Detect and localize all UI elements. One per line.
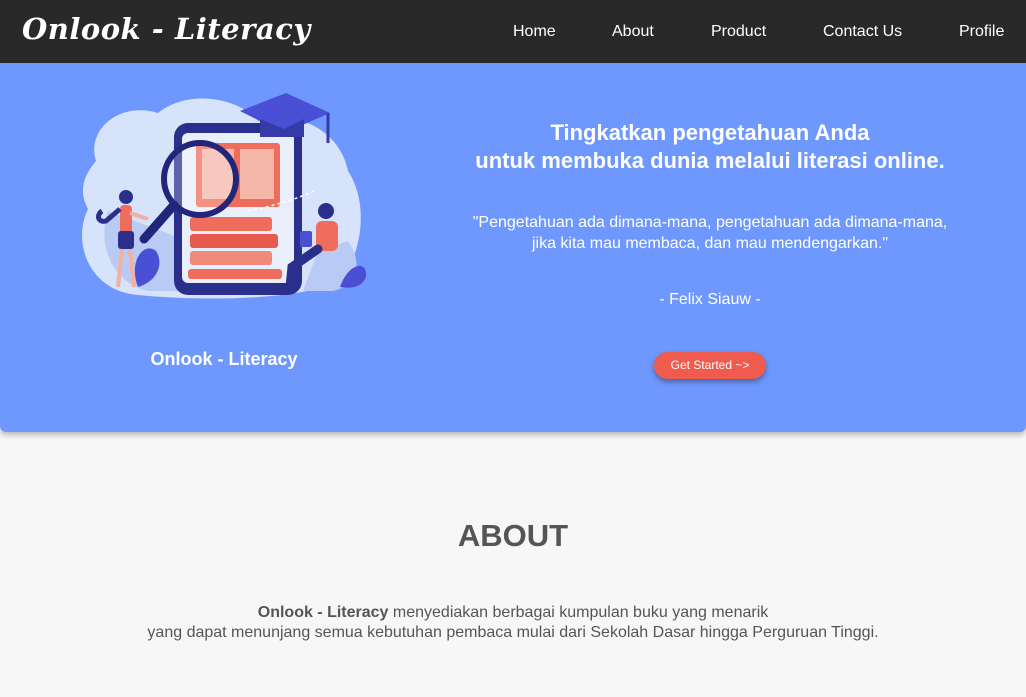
quote-author: - Felix Siauw -	[659, 291, 761, 308]
navbar: Onlook - Literacy Home About Product Con…	[0, 0, 1026, 63]
nav-product[interactable]: Product	[711, 23, 766, 41]
about-line-2: yang dapat menunjang semua kebutuhan pem…	[147, 624, 879, 641]
brand-logo[interactable]: Onlook - Literacy	[22, 12, 311, 46]
headline-line-2: untuk membuka dunia melalui literasi onl…	[475, 148, 945, 173]
about-line-1: Onlook - Literacy menyediakan berbagai k…	[0, 603, 1026, 623]
nav-about[interactable]: About	[612, 23, 654, 41]
nav-home[interactable]: Home	[513, 23, 556, 41]
nav-contact-us[interactable]: Contact Us	[823, 23, 902, 41]
about-title: ABOUT	[457, 518, 569, 553]
about-description: Onlook - Literacy menyediakan berbagai k…	[0, 603, 1026, 643]
nav-profile[interactable]: Profile	[959, 23, 1004, 41]
reading-illustration	[82, 93, 367, 299]
hero-quote: "Pengetahuan ada dimana-mana, pengetahua…	[410, 212, 1010, 254]
quote-line-2: jika kita mau membaca, dan mau mendengar…	[531, 235, 889, 252]
hero-section: Onlook - Literacy Tingkatkan pengetahuan…	[0, 63, 1026, 432]
hero-caption: Onlook - Literacy	[150, 349, 298, 369]
about-line-1-text: menyediakan berbagai kumpulan buku yang …	[388, 604, 769, 621]
hero-headline: Tingkatkan pengetahuan Anda untuk membuk…	[410, 119, 1010, 175]
headline-line-1: Tingkatkan pengetahuan Anda	[550, 120, 870, 145]
get-started-button[interactable]: Get Started ~>	[654, 352, 766, 379]
about-brand: Onlook - Literacy	[257, 604, 389, 621]
quote-line-1: "Pengetahuan ada dimana-mana, pengetahua…	[472, 214, 948, 231]
